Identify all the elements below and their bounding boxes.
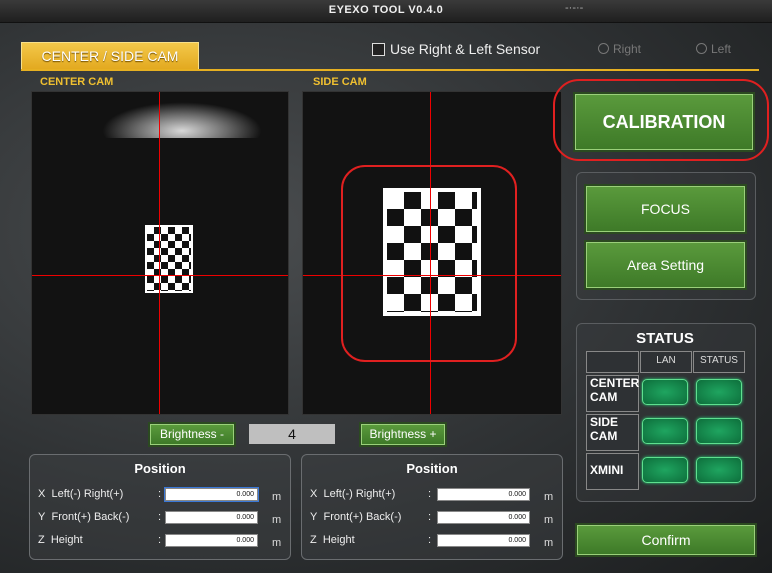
brightness-plus-button[interactable]: Brightness + bbox=[361, 424, 445, 445]
center-x-unit: m bbox=[272, 491, 282, 503]
center-x-input[interactable]: 0.000 bbox=[164, 487, 259, 502]
side-cam-view[interactable] bbox=[302, 91, 562, 415]
center-cam-status-led bbox=[696, 379, 742, 405]
brightness-minus-button[interactable]: Brightness - bbox=[150, 424, 234, 445]
center-y-colon: : bbox=[158, 511, 162, 523]
status-corner bbox=[586, 351, 639, 373]
center-z-axis: Z bbox=[38, 534, 45, 546]
center-crosshair-h bbox=[32, 275, 288, 276]
sensor-options: Use Right & Left Sensor Right Left bbox=[368, 40, 758, 62]
radio-right-label: Right bbox=[613, 42, 642, 56]
side-y-input[interactable]: 0.000 bbox=[437, 511, 530, 524]
center-y-row: Y Front(+) Back(-) : bbox=[38, 511, 161, 523]
radio-left-icon bbox=[696, 43, 707, 54]
focus-button[interactable]: FOCUS bbox=[586, 186, 745, 232]
side-cam-label: SIDE CAM bbox=[313, 76, 367, 88]
side-x-axis: X bbox=[310, 488, 318, 500]
status-row-xmini-l1: XMINI bbox=[590, 463, 624, 477]
center-x-colon: : bbox=[158, 488, 162, 500]
side-z-unit: m bbox=[544, 537, 554, 549]
status-col-lan: LAN bbox=[640, 351, 692, 373]
title-extra: -·-·- bbox=[565, 2, 584, 14]
radio-left-label: Left bbox=[711, 42, 732, 56]
center-y-axis: Y bbox=[38, 511, 46, 523]
side-cam-status-led bbox=[696, 418, 742, 444]
side-z-label: Height bbox=[322, 534, 355, 546]
center-cam-label: CENTER CAM bbox=[40, 76, 114, 88]
brightness-value: 4 bbox=[249, 424, 335, 444]
side-x-input[interactable]: 0.000 bbox=[437, 488, 530, 501]
center-y-label: Front(+) Back(-) bbox=[51, 511, 130, 523]
status-row-xmini: XMINI bbox=[586, 453, 639, 490]
side-z-axis: Z bbox=[310, 534, 317, 546]
status-col-status: STATUS bbox=[693, 351, 745, 373]
side-z-row: Z Height : bbox=[310, 534, 431, 546]
center-x-row: X Left(-) Right(+) : bbox=[38, 488, 161, 500]
tab-center-side-cam[interactable]: CENTER / SIDE CAM bbox=[21, 42, 199, 71]
center-y-unit: m bbox=[272, 514, 282, 526]
center-z-input[interactable]: 0.000 bbox=[165, 534, 258, 547]
use-sensor-label[interactable]: Use Right & Left Sensor bbox=[390, 41, 540, 57]
side-z-colon: : bbox=[428, 534, 432, 546]
side-y-row: Y Front(+) Back(-) : bbox=[310, 511, 431, 523]
center-z-colon: : bbox=[158, 534, 162, 546]
center-z-unit: m bbox=[272, 537, 282, 549]
center-cam-view[interactable] bbox=[31, 91, 289, 415]
side-y-label: Front(+) Back(-) bbox=[323, 511, 402, 523]
status-title: STATUS bbox=[636, 330, 694, 347]
side-y-unit: m bbox=[544, 514, 554, 526]
status-row-center-cam: CENTER CAM bbox=[586, 375, 639, 412]
center-x-axis: X bbox=[38, 488, 46, 500]
side-x-unit: m bbox=[544, 491, 554, 503]
center-crosshair-v bbox=[159, 92, 160, 414]
center-z-row: Z Height : bbox=[38, 534, 161, 546]
status-row-side-l1: SIDE bbox=[590, 415, 619, 429]
xmini-lan-led bbox=[642, 457, 688, 483]
side-cam-lan-led bbox=[642, 418, 688, 444]
side-position-panel: Position X Left(-) Right(+) : 0.000 m Y … bbox=[301, 454, 563, 560]
center-position-panel: Position X Left(-) Right(+) : 0.000 m Y … bbox=[29, 454, 291, 560]
radio-right[interactable]: Right bbox=[598, 42, 641, 56]
center-z-label: Height bbox=[50, 534, 83, 546]
status-row-center-l1: CENTER bbox=[590, 376, 640, 390]
side-z-input[interactable]: 0.000 bbox=[437, 534, 530, 547]
tab-underline bbox=[21, 69, 759, 71]
center-y-input[interactable]: 0.000 bbox=[165, 511, 258, 524]
confirm-button[interactable]: Confirm bbox=[577, 525, 755, 555]
window-title: EYEXO TOOL V0.4.0 bbox=[328, 4, 444, 16]
side-x-colon: : bbox=[428, 488, 432, 500]
ceiling-lights bbox=[102, 102, 262, 138]
status-row-center-l2: CAM bbox=[590, 390, 618, 404]
center-checkerboard bbox=[145, 225, 193, 293]
radio-left[interactable]: Left bbox=[696, 42, 731, 56]
center-x-label: Left(-) Right(+) bbox=[51, 488, 124, 500]
xmini-status-led bbox=[696, 457, 742, 483]
center-position-title: Position bbox=[134, 461, 186, 476]
side-x-label: Left(-) Right(+) bbox=[323, 488, 396, 500]
side-target-highlight bbox=[341, 165, 517, 362]
calibration-highlight bbox=[553, 79, 769, 161]
radio-right-icon bbox=[598, 43, 609, 54]
side-x-row: X Left(-) Right(+) : bbox=[310, 488, 431, 500]
status-row-side-l2: CAM bbox=[590, 429, 618, 443]
side-y-axis: Y bbox=[310, 511, 318, 523]
status-row-side-cam: SIDE CAM bbox=[586, 414, 639, 451]
use-sensor-checkbox[interactable] bbox=[372, 43, 385, 56]
title-bar: EYEXO TOOL V0.4.0 -·-·- bbox=[0, 0, 772, 23]
side-y-colon: : bbox=[428, 511, 432, 523]
center-cam-lan-led bbox=[642, 379, 688, 405]
side-position-title: Position bbox=[406, 461, 458, 476]
area-setting-button[interactable]: Area Setting bbox=[586, 242, 745, 288]
